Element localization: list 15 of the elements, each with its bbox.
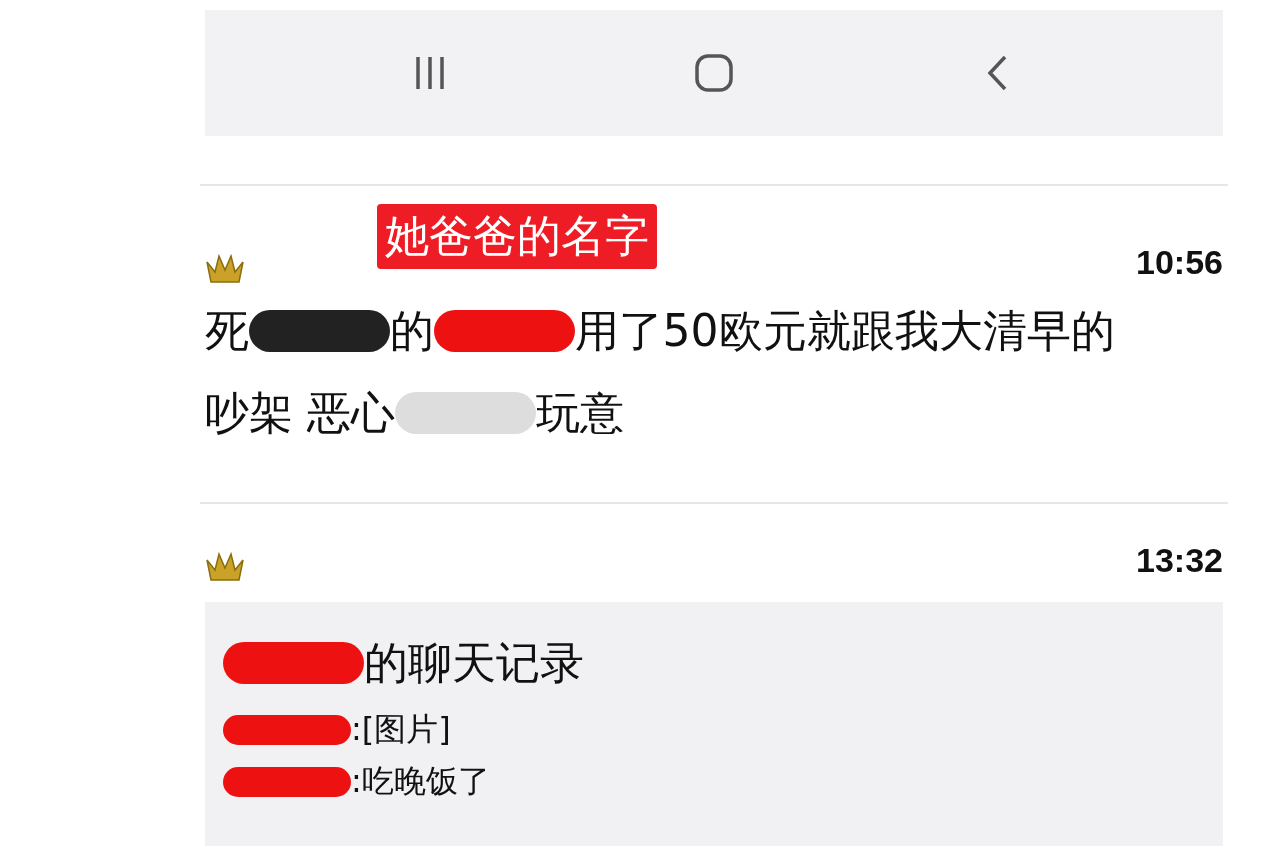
message-text: :[图片] [351,709,451,750]
message-text: 的 [389,303,434,358]
home-icon[interactable] [694,53,734,93]
crown-icon [205,252,245,284]
message-time: 13:32 [1136,541,1223,580]
forwarded-chat-card[interactable]: 的聊天记录 :[图片] :吃晚饭了 [205,602,1223,846]
message-text: 的聊天记录 [363,635,584,690]
message-time: 10:56 [1136,243,1223,282]
message-text: 吵架 恶心 [205,385,395,440]
crown-icon [205,550,245,582]
annotation-label: 她爸爸的名字 [377,204,657,269]
message-text: 玩意 [535,385,624,440]
message-text: 死 [205,303,249,358]
message-text: 用了50欧元就跟我大清早的 [574,303,1115,358]
message-text: :吃晚饭了 [351,761,490,802]
